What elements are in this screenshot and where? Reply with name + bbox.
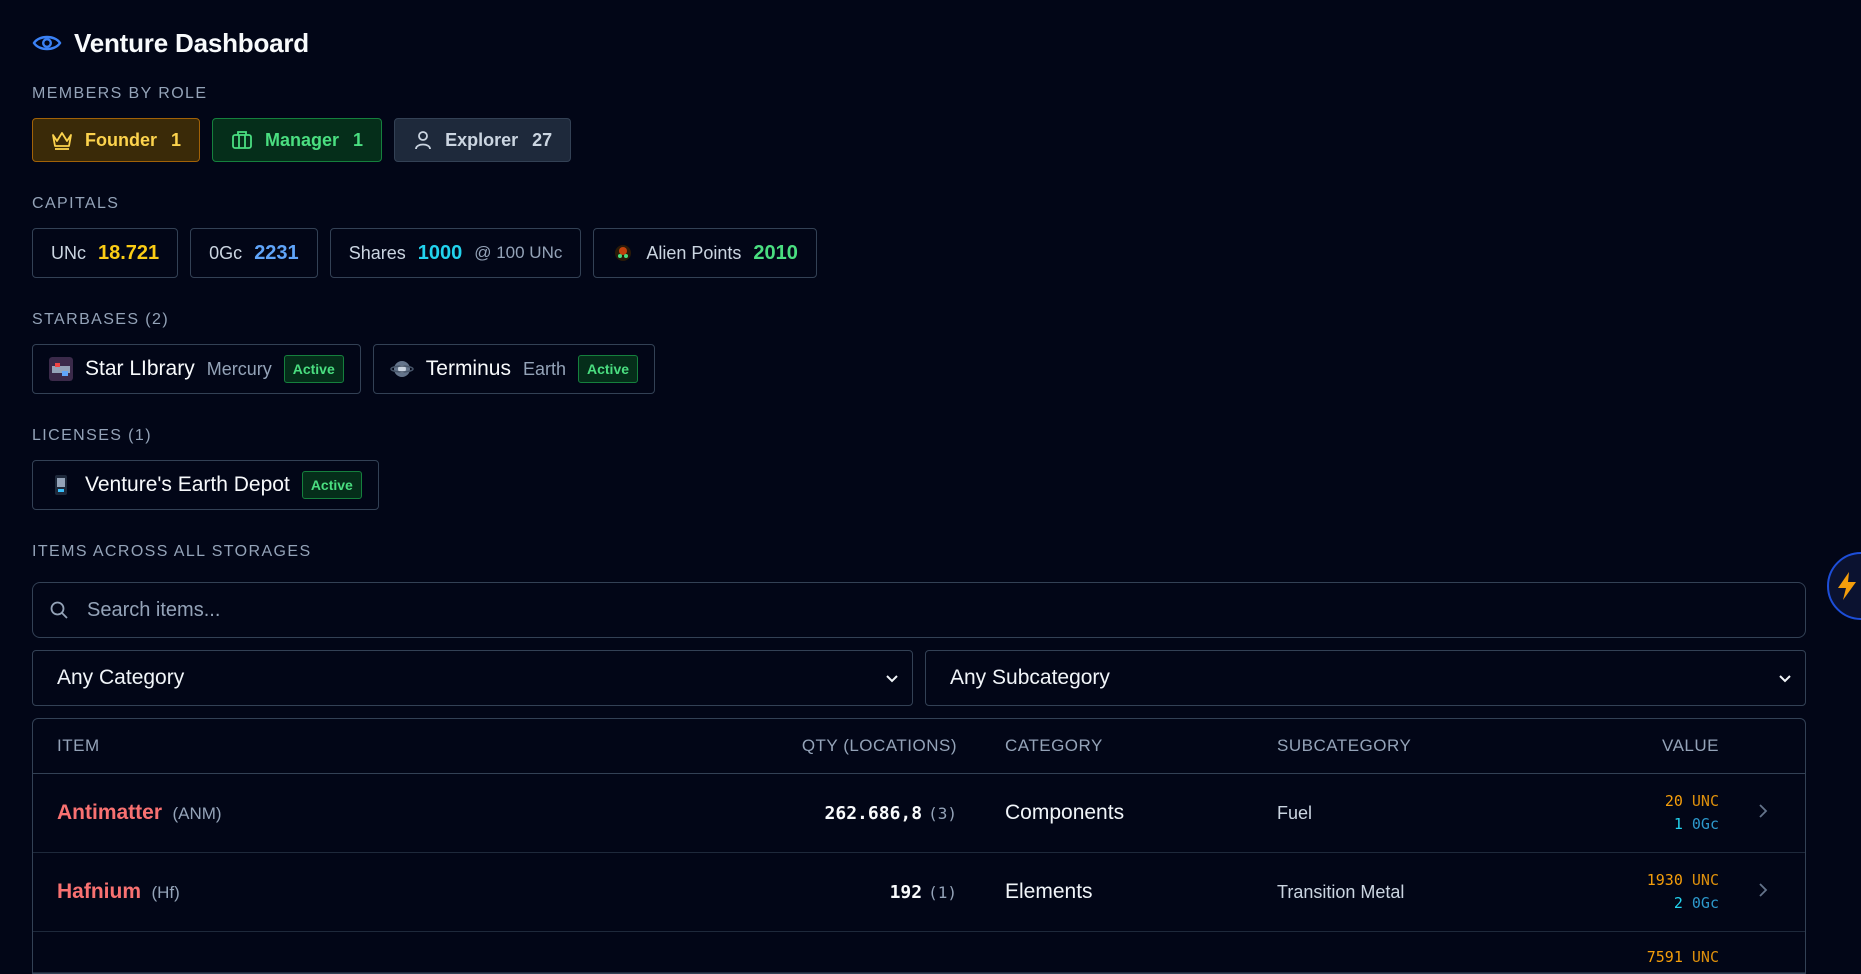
dashboard-page: Venture Dashboard MEMBERS BY ROLE Founde…: [32, 0, 1806, 974]
capital-name: 0Gc: [209, 242, 243, 263]
license-name: Venture's Earth Depot: [85, 473, 290, 496]
role-chip-founder[interactable]: Founder 1: [32, 118, 201, 162]
subcategory-select-value: Any Subcategory: [950, 666, 1110, 689]
crown-icon: [52, 132, 72, 150]
status-badge: Active: [578, 355, 639, 383]
role-name: Manager: [265, 129, 340, 150]
quick-action-button[interactable]: [1827, 552, 1861, 620]
starbase-name: Terminus: [425, 357, 511, 380]
eye-icon: [32, 35, 62, 51]
item-category: Elements: [1005, 880, 1093, 903]
capital-chip-0gc: 0Gc 2231: [190, 228, 318, 278]
capital-chip-alien-points: Alien Points 2010: [593, 228, 817, 278]
column-header-item[interactable]: ITEM: [33, 736, 553, 756]
capital-value: 1000: [417, 241, 463, 264]
subcategory-select[interactable]: Any Subcategory: [925, 650, 1806, 706]
category-select[interactable]: Any Category: [32, 650, 913, 706]
starbase-chip[interactable]: Terminus Earth Active: [372, 344, 656, 394]
starbase-location: Mercury: [206, 358, 272, 379]
page-header: Venture Dashboard: [32, 22, 1806, 64]
license-chip[interactable]: Venture's Earth Depot Active: [32, 460, 379, 510]
license-thumbnail-icon: [55, 475, 67, 495]
chevron-down-icon: [1779, 675, 1791, 683]
search-box: [32, 582, 1806, 638]
starbase-chips: Star LIbrary Mercury Active Terminus Ear…: [32, 344, 1806, 394]
alien-points-icon: [615, 245, 632, 261]
role-count: 1: [171, 129, 182, 150]
items-table: ITEM QTY (LOCATIONS) CATEGORY SUBCATEGOR…: [32, 718, 1806, 974]
column-header-category[interactable]: CATEGORY: [981, 736, 1253, 756]
item-symbol: (Hf): [151, 883, 180, 902]
capital-chip-unc: UNc 18.721: [32, 228, 179, 278]
chevron-down-icon: [886, 675, 898, 683]
briefcase-icon: [232, 131, 252, 149]
item-subcategory: Transition Metal: [1277, 881, 1405, 902]
lightning-icon: [1838, 572, 1856, 600]
value-unc-label: UNC: [1691, 792, 1719, 810]
capital-name: Alien Points: [646, 242, 742, 263]
search-input[interactable]: [85, 597, 1805, 623]
value-unc: 1930: [1646, 871, 1683, 889]
item-name: Antimatter: [57, 801, 163, 824]
column-header-subcategory[interactable]: SUBCATEGORY: [1253, 736, 1553, 756]
item-locations: (1): [928, 882, 957, 902]
role-count: 1: [353, 129, 364, 150]
page-title: Venture Dashboard: [74, 27, 309, 58]
value-0gc: 1: [1673, 815, 1683, 833]
capital-name: UNc: [51, 242, 86, 263]
licenses-section-label: LICENSES (1): [32, 427, 152, 444]
column-header-value[interactable]: VALUE: [1553, 736, 1743, 756]
capital-value: 2231: [254, 241, 299, 264]
filter-selects: Any Category Any Subcategory: [32, 650, 1806, 706]
value-0gc-label: 0Gc: [1691, 894, 1719, 912]
starbase-thumbnail-icon: [390, 361, 414, 377]
item-qty: 262.686,8: [824, 802, 923, 824]
capitals-section-label: CAPITALS: [32, 195, 120, 212]
starbase-location: Earth: [522, 358, 566, 379]
role-chip-manager[interactable]: Manager 1: [212, 118, 383, 162]
search-icon: [50, 601, 68, 619]
value-unc-label: UNC: [1691, 948, 1719, 966]
table-header: ITEM QTY (LOCATIONS) CATEGORY SUBCATEGOR…: [33, 719, 1805, 774]
capital-value: 2010: [753, 241, 798, 264]
item-name: Hafnium: [57, 880, 141, 903]
capital-name: Shares: [348, 242, 406, 263]
value-0gc: 2: [1673, 894, 1683, 912]
role-chip-explorer[interactable]: Explorer 27: [394, 118, 572, 162]
members-section-label: MEMBERS BY ROLE: [32, 85, 208, 102]
role-name: Founder: [85, 129, 157, 150]
column-header-qty[interactable]: QTY (LOCATIONS): [553, 736, 981, 756]
item-locations: (3): [928, 803, 957, 823]
starbase-thumbnail-icon: [49, 357, 73, 381]
role-count: 27: [532, 129, 553, 150]
table-row[interactable]: Antimatter (ANM) 262.686,8 (3) Components…: [33, 774, 1805, 853]
item-qty: 192: [889, 881, 923, 903]
starbase-name: Star LIbrary: [85, 357, 195, 380]
value-0gc-label: 0Gc: [1691, 815, 1719, 833]
item-category: Components: [1005, 801, 1125, 824]
capital-chips: UNc 18.721 0Gc 2231 Shares 1000 @ 100 UN…: [32, 228, 1806, 278]
category-select-value: Any Category: [57, 666, 185, 689]
capital-chip-shares: Shares 1000 @ 100 UNc: [329, 228, 582, 278]
table-row[interactable]: 7591 UNC: [33, 932, 1805, 973]
table-row[interactable]: Hafnium (Hf) 192 (1) Elements Transition …: [33, 853, 1805, 932]
role-name: Explorer: [445, 129, 519, 150]
chevron-right-icon[interactable]: [1757, 882, 1769, 898]
user-icon: [415, 131, 431, 150]
chevron-right-icon[interactable]: [1757, 803, 1769, 819]
item-symbol: (ANM): [172, 804, 222, 823]
share-price-note: @ 100 UNc: [474, 243, 563, 262]
role-chips: Founder 1 Manager 1 Explorer 27: [32, 118, 1806, 162]
license-chips: Venture's Earth Depot Active: [32, 460, 1806, 510]
status-badge: Active: [283, 355, 344, 383]
value-unc: 7591: [1646, 948, 1683, 966]
starbase-chip[interactable]: Star LIbrary Mercury Active: [32, 344, 361, 394]
storage-section-label: ITEMS ACROSS ALL STORAGES: [32, 543, 312, 560]
item-subcategory: Fuel: [1277, 802, 1313, 823]
value-unc: 20: [1664, 792, 1683, 810]
status-badge: Active: [301, 471, 362, 499]
capital-value: 18.721: [98, 241, 160, 264]
value-unc-label: UNC: [1691, 871, 1719, 889]
starbases-section-label: STARBASES (2): [32, 311, 170, 328]
